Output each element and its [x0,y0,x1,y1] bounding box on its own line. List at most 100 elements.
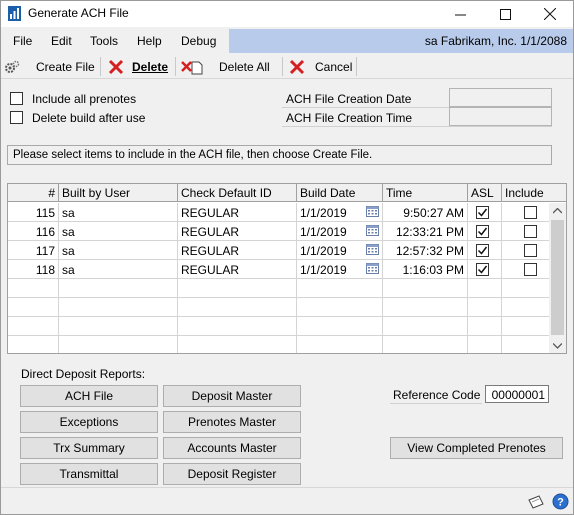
calendar-icon[interactable] [366,244,379,255]
toolbar: Create File Delete Delete All Cancel [1,54,573,79]
accounts-master-report-button[interactable]: Accounts Master [163,437,301,459]
cell-check_id [178,317,297,336]
cell-text: 1/1/2019 [300,206,347,220]
divider [282,107,449,108]
table-row [8,336,550,353]
cancel-button[interactable]: Cancel [289,56,352,77]
header-num: # [8,184,59,202]
cell-include [502,260,550,279]
include-checkbox[interactable] [524,206,537,219]
trx-summary-report-button[interactable]: Trx Summary [20,437,158,459]
include-checkbox[interactable] [524,225,537,238]
menu-edit[interactable]: Edit [51,34,72,48]
table-row[interactable]: 118 sa REGULAR 1/1/2019 1:16:03 PM [8,260,550,279]
cell-user [59,298,178,317]
cell-date: 1/1/2019 [297,222,383,241]
include-all-prenotes-checkbox[interactable] [10,92,23,105]
cell-time [383,317,468,336]
calendar-icon[interactable] [366,206,379,217]
calendar-icon[interactable] [366,225,379,236]
cell-num: 118 [8,260,59,279]
delete-all-label: Delete All [219,59,270,74]
company-info: sa Fabrikam, Inc. 1/1/2088 [424,34,567,48]
divider [282,126,552,127]
cancel-x-icon [289,59,305,74]
cell-text: 116 [35,225,55,239]
maximize-button[interactable] [482,1,528,27]
menu-help[interactable]: Help [137,34,162,48]
check-icon [477,246,488,255]
ach-file-report-button[interactable]: ACH File [20,385,158,407]
cell-user: sa [59,222,178,241]
menu-tools[interactable]: Tools [90,34,118,48]
cell-text: 1:16:03 PM [402,263,464,277]
cell-include [502,298,550,317]
date-picker-button[interactable] [366,263,379,277]
grid-header: # Built by User Check Default ID Build D… [8,184,566,202]
cell-date: 1/1/2019 [297,203,383,222]
cell-include [502,336,550,353]
calendar-icon[interactable] [366,263,379,274]
cell-user: sa [59,260,178,279]
grid-scrollbar[interactable] [549,203,566,353]
asl-checkbox[interactable] [476,225,489,238]
minimize-button[interactable] [437,1,483,27]
cell-time: 1:16:03 PM [383,260,468,279]
generate-ach-file-window: Generate ACH File File Edit Tools Help D… [0,0,574,515]
cell-date: 1/1/2019 [297,241,383,260]
cell-include [502,279,550,298]
menu-file[interactable]: File [13,34,32,48]
date-picker-button[interactable] [366,225,379,239]
delete-build-after-use-checkbox[interactable] [10,111,23,124]
cell-time: 9:50:27 AM [383,203,468,222]
toolbar-divider [356,57,357,76]
cell-num [8,298,59,317]
cell-date [297,279,383,298]
cell-time [383,336,468,353]
asl-checkbox[interactable] [476,244,489,257]
asl-checkbox[interactable] [476,263,489,276]
instruction-message: Please select items to include in the AC… [7,145,552,165]
close-button[interactable] [527,1,573,27]
prenotes-master-report-button[interactable]: Prenotes Master [163,411,301,433]
cell-text: 1/1/2019 [300,244,347,258]
include-checkbox[interactable] [524,244,537,257]
gears-icon [5,60,20,73]
cell-num: 116 [8,222,59,241]
deposit-master-report-button[interactable]: Deposit Master [163,385,301,407]
cell-text: 1/1/2019 [300,225,347,239]
date-picker-button[interactable] [366,244,379,258]
menu-debug[interactable]: Debug [181,34,216,48]
cell-text: sa [62,244,75,258]
table-row[interactable]: 115 sa REGULAR 1/1/2019 9:50:27 AM [8,203,550,222]
chevron-up-icon[interactable] [553,208,562,214]
chevron-down-icon[interactable] [553,343,562,349]
cell-time: 12:33:21 PM [383,222,468,241]
delete-all-button[interactable]: Delete All [181,56,270,77]
note-icon[interactable] [527,494,545,510]
transmittal-report-button[interactable]: Transmittal [20,463,158,485]
cell-include [502,241,550,260]
cell-check_id: REGULAR [178,241,297,260]
exceptions-report-button[interactable]: Exceptions [20,411,158,433]
table-row[interactable]: 116 sa REGULAR 1/1/2019 12:33:21 PM [8,222,550,241]
cell-text: REGULAR [181,225,240,239]
cell-time [383,279,468,298]
maximize-icon [499,8,511,20]
delete-label: Delete [132,59,169,74]
create-file-button[interactable]: Create File [4,56,95,77]
reference-code-field[interactable]: 00000001 [485,385,549,403]
asl-checkbox[interactable] [476,206,489,219]
help-icon[interactable]: ? [552,493,569,510]
table-row[interactable]: 117 sa REGULAR 1/1/2019 12:57:32 PM [8,241,550,260]
include-checkbox[interactable] [524,263,537,276]
date-picker-button[interactable] [366,206,379,220]
scrollbar-thumb[interactable] [551,220,564,335]
header-include: Include [505,186,544,200]
cell-asl [468,336,502,353]
view-completed-prenotes-button[interactable]: View Completed Prenotes [390,437,563,459]
deposit-register-report-button[interactable]: Deposit Register [163,463,301,485]
cell-include [502,203,550,222]
cell-check_id [178,336,297,353]
delete-button[interactable]: Delete [108,56,168,77]
